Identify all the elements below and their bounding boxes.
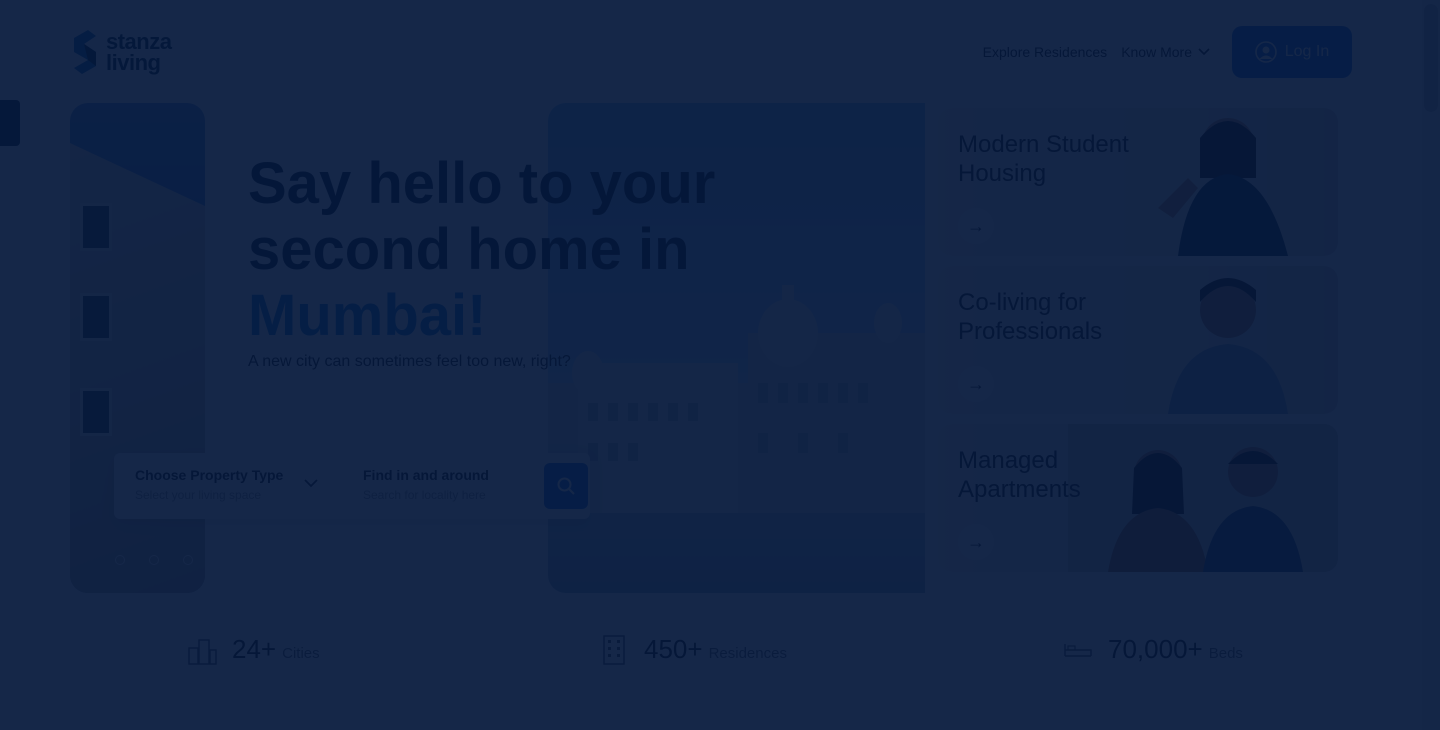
search-bar: Choose Property Type Select your living … — [114, 453, 590, 519]
hero-tagline: A new city can sometimes feel too new, r… — [248, 353, 571, 370]
headline-line-1: Say hello to your — [248, 151, 716, 216]
stat-number: 24+ — [232, 634, 277, 664]
card-coliving[interactable]: Co-living for Professionals → — [938, 266, 1338, 414]
building-icon — [603, 635, 625, 665]
logo-icon — [74, 30, 96, 74]
search-button[interactable] — [544, 463, 588, 509]
bed-icon — [1064, 644, 1092, 657]
stat-label: Residences — [708, 645, 787, 662]
card-title: Managed Apartments — [958, 447, 1081, 503]
stat-number: 70,000+ — [1108, 634, 1203, 664]
arrow-right-icon[interactable]: → — [958, 208, 994, 244]
side-tab[interactable] — [0, 100, 20, 146]
headline-city: Mumbai! — [248, 283, 487, 348]
page-scrollbar[interactable] — [1422, 0, 1440, 730]
login-label: Log In — [1284, 43, 1330, 60]
chevron-down-icon[interactable] — [304, 479, 318, 488]
headline-line-2: second home in — [248, 217, 690, 282]
city-icon — [188, 639, 217, 665]
location-placeholder: Search for locality here — [363, 488, 486, 502]
stat-label: Cities — [282, 645, 320, 662]
site-header: stanza living Explore Residences Know Mo… — [0, 0, 1440, 100]
carousel-dot[interactable] — [149, 555, 159, 565]
window — [80, 388, 112, 436]
user-icon — [1254, 41, 1277, 63]
stat-cities: 24+ Cities — [186, 634, 320, 666]
hero-headline: Say hello to your second home in Mumbai! — [248, 151, 768, 349]
carousel-dots — [115, 555, 193, 565]
card-title: Co-living for Professionals — [958, 289, 1103, 345]
logo-line-1: stanza — [106, 29, 172, 54]
know-more-menu[interactable]: Know More — [1121, 44, 1210, 60]
property-type-placeholder: Select your living space — [135, 488, 262, 502]
login-button[interactable]: Log In — [1232, 26, 1352, 78]
explore-residences-link[interactable]: Explore Residences — [983, 44, 1108, 60]
scrollbar-thumb[interactable] — [1424, 4, 1438, 112]
stat-beds: 70,000+ Beds — [1062, 634, 1243, 666]
card-student-housing[interactable]: Modern Student Housing → — [938, 108, 1338, 256]
window — [80, 293, 112, 341]
carousel-dot[interactable] — [183, 555, 193, 565]
stanza-living-logo[interactable]: stanza living — [70, 28, 172, 76]
property-type-label: Choose Property Type — [135, 467, 284, 483]
main-nav: Explore Residences Know More Log In — [983, 26, 1352, 78]
know-more-label: Know More — [1121, 44, 1192, 60]
chevron-down-icon — [1198, 48, 1210, 56]
hero-building-image — [70, 103, 205, 593]
card-managed-apartments[interactable]: Managed Apartments → — [938, 424, 1338, 572]
arrow-right-icon[interactable]: → — [958, 366, 994, 402]
student-photo — [1158, 118, 1288, 256]
stat-label: Beds — [1208, 645, 1243, 662]
logo-line-2: living — [106, 50, 161, 75]
arrow-right-icon[interactable]: → — [958, 524, 994, 560]
location-label: Find in and around — [363, 467, 489, 483]
card-title: Modern Student Housing — [958, 131, 1129, 187]
property-type-select[interactable]: Choose Property Type Select your living … — [135, 467, 283, 502]
window — [80, 203, 112, 251]
search-icon — [557, 477, 575, 495]
location-search-input[interactable]: Find in and around Search for locality h… — [363, 467, 489, 502]
hero-section: Say hello to your second home in Mumbai!… — [70, 103, 925, 593]
stat-number: 450+ — [644, 634, 703, 664]
stat-residences: 450+ Residences — [598, 634, 787, 666]
carousel-dot[interactable] — [115, 555, 125, 565]
